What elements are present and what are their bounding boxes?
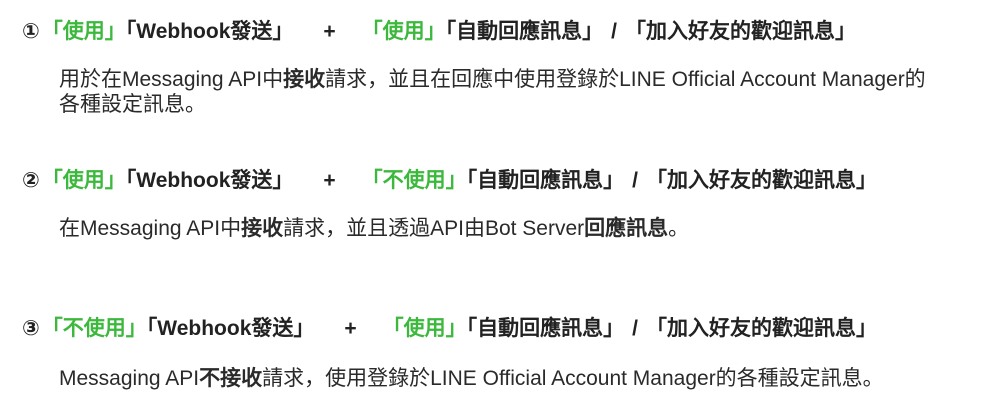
desc-text: 在Messaging API中 <box>59 217 242 240</box>
desc-text: 用於在Messaging API中 <box>59 68 284 91</box>
option-number: ③ <box>22 317 40 340</box>
option-heading: ③「不使用」「Webhook發送」 + 「使用」「自動回應訊息」 / 「加入好友的歡迎訊… <box>22 316 877 342</box>
plus-sign: + <box>323 20 336 43</box>
desc-bold: 接收 <box>241 217 284 240</box>
option-number: ① <box>22 20 40 43</box>
webhook-label: 「Webhook發送」 <box>125 20 294 43</box>
webhook-state: 「不使用」 <box>41 317 147 340</box>
auto-reply-label: 「自動回應訊息」 <box>466 169 625 192</box>
webhook-state: 「使用」 <box>41 169 126 192</box>
desc-bold: 不接收 <box>199 367 263 390</box>
option-description: 用於在Messaging API中接收請求，並且在回應中使用登錄於LINE Of… <box>59 67 939 117</box>
desc-text: 請求，並且透過API由Bot Server <box>283 217 585 240</box>
option-description: 在Messaging API中接收請求，並且透過API由Bot Server回應… <box>59 216 959 241</box>
option-description: Messaging API不接收請求，使用登錄於LINE Official Ac… <box>59 366 984 391</box>
webhook-label: 「Webhook發送」 <box>125 169 294 192</box>
slash-separator: / <box>632 169 639 192</box>
slash-separator: / <box>611 20 618 43</box>
auto-reply-label: 「自動回應訊息」 <box>445 20 604 43</box>
welcome-label: 「加入好友的歡迎訊息」 <box>646 317 878 340</box>
option-number: ② <box>22 169 40 192</box>
auto-reply-state: 「使用」 <box>361 20 446 43</box>
webhook-state: 「使用」 <box>41 20 126 43</box>
desc-text: Messaging API <box>59 367 200 390</box>
welcome-label: 「加入好友的歡迎訊息」 <box>646 169 878 192</box>
desc-bold: 回應訊息 <box>584 217 669 240</box>
welcome-label: 「加入好友的歡迎訊息」 <box>625 20 857 43</box>
desc-bold: 接收 <box>283 68 326 91</box>
desc-text: 。 <box>668 217 690 240</box>
auto-reply-label: 「自動回應訊息」 <box>466 317 625 340</box>
plus-sign: + <box>323 169 336 192</box>
desc-text: 請求，使用登錄於LINE Official Account Manager的各種… <box>262 367 884 390</box>
option-heading: ②「使用」「Webhook發送」 + 「不使用」「自動回應訊息」 / 「加入好友的歡迎訊… <box>22 168 877 194</box>
auto-reply-state: 「使用」 <box>382 317 467 340</box>
webhook-label: 「Webhook發送」 <box>146 317 315 340</box>
option-heading: ①「使用」「Webhook發送」 + 「使用」「自動回應訊息」 / 「加入好友的歡迎訊息… <box>22 19 856 45</box>
slash-separator: / <box>632 317 639 340</box>
plus-sign: + <box>344 317 357 340</box>
auto-reply-state: 「不使用」 <box>361 169 467 192</box>
